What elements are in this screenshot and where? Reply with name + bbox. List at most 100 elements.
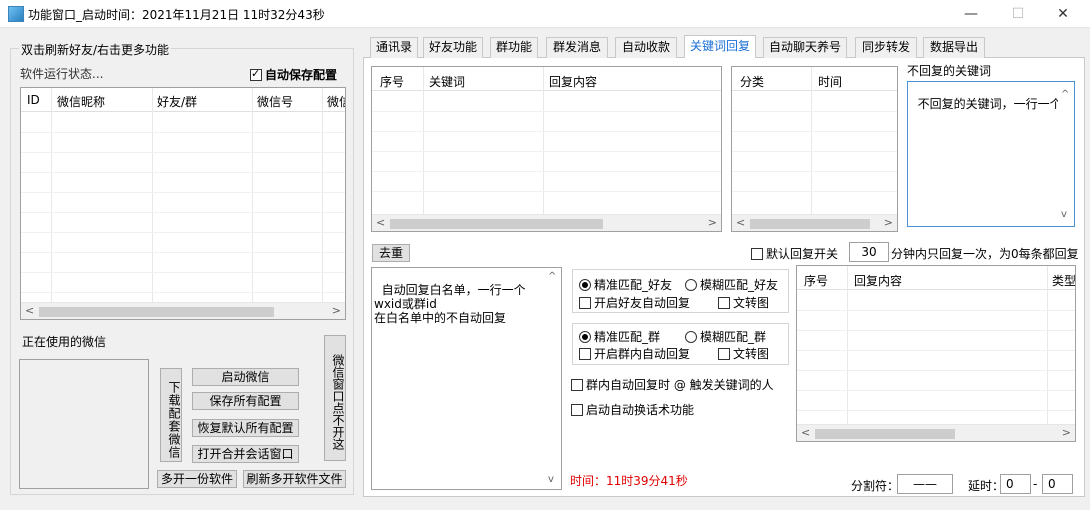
radio-icon bbox=[579, 279, 591, 291]
scroll-thumb[interactable] bbox=[750, 219, 870, 229]
col-reply-content[interactable]: 回复内容 bbox=[549, 73, 597, 90]
friend-auto-reply-checkbox[interactable]: 开启好友自动回复 bbox=[579, 294, 690, 311]
checkbox-icon bbox=[751, 248, 763, 260]
tab-auto-receive[interactable]: 自动收款 bbox=[615, 37, 677, 58]
auto-save-label: 自动保存配置 bbox=[265, 68, 338, 82]
separator-label: 分割符： bbox=[851, 479, 900, 493]
at-trigger-checkbox[interactable]: 群内自动回复时 @ 触发关键词的人 bbox=[571, 376, 774, 393]
delay-max-input[interactable]: 0 bbox=[1042, 474, 1073, 494]
keyword-table[interactable]: 序号 关键词 回复内容 < > bbox=[371, 66, 722, 232]
col-category[interactable]: 分类 bbox=[740, 73, 764, 90]
col-id[interactable]: ID bbox=[27, 93, 40, 107]
scroll-thumb[interactable] bbox=[390, 219, 603, 229]
category-table[interactable]: 分类 时间 < > bbox=[731, 66, 898, 232]
minutes-suffix: 分钟内只回复一次，为0每条都回复 bbox=[891, 247, 1079, 261]
friend-fuzzy-label: 模糊匹配_好友 bbox=[700, 278, 779, 292]
maximize-button[interactable]: ☐ bbox=[995, 0, 1041, 28]
tab-group-functions[interactable]: 群功能 bbox=[490, 37, 538, 58]
scroll-right-icon[interactable]: > bbox=[708, 216, 717, 229]
checkbox-icon bbox=[718, 297, 730, 309]
group-exact-radio[interactable]: 精准匹配_群 bbox=[579, 328, 660, 345]
minutes-input[interactable]: 30 bbox=[849, 242, 889, 262]
group-text-to-image-checkbox[interactable]: 文转图 bbox=[718, 345, 769, 362]
scroll-down-icon[interactable]: v bbox=[1061, 208, 1067, 222]
horizontal-scrollbar[interactable]: < > bbox=[21, 302, 345, 319]
separator-input[interactable]: —— bbox=[897, 474, 953, 494]
col-keyword[interactable]: 关键词 bbox=[429, 73, 465, 90]
horizontal-scrollbar[interactable]: < > bbox=[732, 214, 897, 231]
checkbox-icon bbox=[571, 379, 583, 391]
scroll-left-icon[interactable]: < bbox=[25, 304, 34, 317]
vertical-scrollbar[interactable]: ^ v bbox=[544, 268, 561, 489]
scroll-left-icon[interactable]: < bbox=[376, 216, 385, 229]
scroll-down-icon[interactable]: v bbox=[548, 473, 554, 487]
no-reply-label: 不回复的关键词 bbox=[907, 64, 992, 78]
friend-text-to-image-checkbox[interactable]: 文转图 bbox=[718, 294, 769, 311]
col-reply-content[interactable]: 回复内容 bbox=[854, 272, 902, 289]
group-fuzzy-radio[interactable]: 模糊匹配_群 bbox=[685, 328, 766, 345]
col-time[interactable]: 时间 bbox=[818, 73, 842, 90]
whitelist-input[interactable]: 自动回复白名单，一行一个 wxid或群id 在白名单中的不自动回复 ^ v bbox=[371, 267, 562, 490]
col-wechat[interactable]: 微信 bbox=[327, 93, 345, 110]
tab-sync-forward[interactable]: 同步转发 bbox=[855, 37, 917, 58]
checkbox-icon bbox=[718, 348, 730, 360]
auto-switch-script-checkbox[interactable]: 启动自动换话术功能 bbox=[571, 401, 694, 418]
save-all-button[interactable]: 保存所有配置 bbox=[192, 392, 299, 410]
scroll-up-icon[interactable]: ^ bbox=[548, 270, 556, 284]
checkbox-icon bbox=[250, 67, 262, 81]
no-reply-keywords-input[interactable]: 不回复的关键词，一行一个 ^ v bbox=[907, 81, 1075, 227]
col-index[interactable]: 序号 bbox=[804, 272, 828, 289]
start-wechat-button[interactable]: 启动微信 bbox=[192, 368, 299, 386]
tab-data-export[interactable]: 数据导出 bbox=[923, 37, 985, 58]
friend-exact-radio[interactable]: 精准匹配_好友 bbox=[579, 276, 672, 293]
radio-icon bbox=[685, 331, 697, 343]
refresh-multi-button[interactable]: 刷新多开软件文件 bbox=[243, 470, 346, 488]
col-nickname[interactable]: 微信昵称 bbox=[57, 93, 105, 110]
download-wechat-button[interactable]: 下载配套微信 bbox=[160, 368, 182, 462]
scroll-up-icon[interactable]: ^ bbox=[1061, 88, 1069, 102]
dedupe-button[interactable]: 去重 bbox=[372, 244, 410, 262]
scroll-right-icon[interactable]: > bbox=[332, 304, 341, 317]
col-wechat-id[interactable]: 微信号 bbox=[257, 93, 293, 110]
reply-content-table[interactable]: 序号 回复内容 类型 < > bbox=[796, 265, 1076, 442]
scroll-thumb[interactable] bbox=[815, 429, 955, 439]
tab-friend-functions[interactable]: 好友功能 bbox=[423, 37, 483, 58]
multi-open-button[interactable]: 多开一份软件 bbox=[157, 470, 237, 488]
scroll-right-icon[interactable]: > bbox=[1062, 426, 1071, 439]
col-type[interactable]: 类型 bbox=[1052, 272, 1075, 289]
tab-contacts[interactable]: 通讯录 bbox=[370, 37, 418, 58]
default-reply-label: 默认回复开关 bbox=[766, 247, 839, 261]
horizontal-scrollbar[interactable]: < > bbox=[372, 214, 721, 231]
default-reply-checkbox[interactable]: 默认回复开关 bbox=[751, 245, 838, 262]
title-bar: 功能窗口_启动时间：2021年11月21日 11时32分43秒 — ☐ ✕ bbox=[0, 0, 1090, 28]
run-status: 软件运行状态... bbox=[20, 67, 104, 81]
scroll-thumb[interactable] bbox=[39, 307, 274, 317]
group-fuzzy-label: 模糊匹配_群 bbox=[700, 330, 767, 344]
scroll-left-icon[interactable]: < bbox=[801, 426, 810, 439]
group-auto-label: 开启群内自动回复 bbox=[594, 347, 691, 361]
col-index[interactable]: 序号 bbox=[380, 73, 404, 90]
checkbox-icon bbox=[571, 404, 583, 416]
tab-mass-message[interactable]: 群发消息 bbox=[546, 37, 608, 58]
wechat-account-table[interactable]: ID 微信昵称 好友/群 微信号 微信 < > bbox=[20, 87, 346, 320]
minimize-button[interactable]: — bbox=[948, 0, 994, 28]
group-auto-reply-checkbox[interactable]: 开启群内自动回复 bbox=[579, 345, 690, 362]
vertical-scrollbar[interactable]: ^ v bbox=[1058, 84, 1072, 224]
scroll-left-icon[interactable]: < bbox=[736, 216, 745, 229]
delay-label: 延时： bbox=[968, 479, 1005, 493]
auto-save-checkbox[interactable]: 自动保存配置 bbox=[250, 66, 337, 83]
scroll-right-icon[interactable]: > bbox=[884, 216, 893, 229]
tab-auto-chat[interactable]: 自动聊天养号 bbox=[763, 37, 847, 58]
close-button[interactable]: ✕ bbox=[1040, 0, 1086, 28]
col-friend-group[interactable]: 好友/群 bbox=[157, 93, 197, 110]
wechat-window-fix-button[interactable]: 微信窗口点不开这 bbox=[324, 335, 346, 461]
no-reply-text: 不回复的关键词，一行一个 bbox=[917, 97, 1062, 111]
delay-min-input[interactable]: 0 bbox=[1000, 474, 1031, 494]
tab-keyword-reply[interactable]: 关键词回复 bbox=[684, 35, 756, 58]
window-title: 功能窗口_启动时间：2021年11月21日 11时32分43秒 bbox=[28, 8, 325, 22]
friend-fuzzy-radio[interactable]: 模糊匹配_好友 bbox=[685, 276, 778, 293]
horizontal-scrollbar[interactable]: < > bbox=[797, 424, 1075, 441]
refresh-hint: 双击刷新好友/右击更多功能 bbox=[19, 41, 172, 58]
restore-default-button[interactable]: 恢复默认所有配置 bbox=[192, 419, 299, 437]
open-merge-window-button[interactable]: 打开合并会话窗口 bbox=[192, 445, 299, 463]
